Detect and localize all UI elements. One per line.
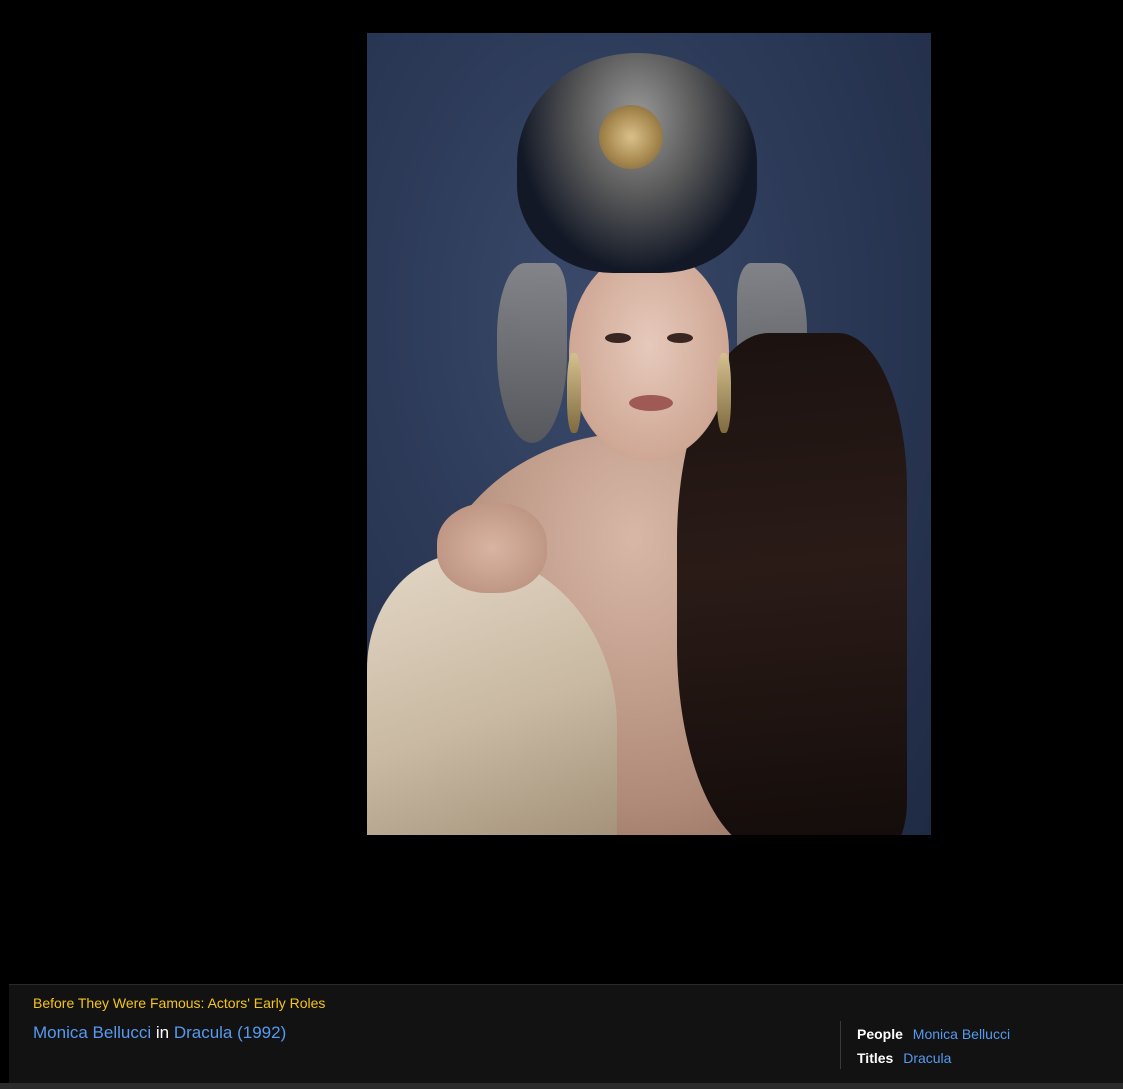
title-link[interactable]: Dracula (1992) (174, 1023, 286, 1042)
photo-figure-veil-left (497, 263, 567, 443)
description-connector: in (155, 1023, 174, 1042)
photo-figure-brooch (599, 105, 663, 169)
photo-figure-hand (437, 503, 547, 593)
caption-panel: Before They Were Famous: Actors' Early R… (9, 984, 1123, 1084)
bottom-border (0, 1083, 1123, 1089)
caption-divider (840, 1021, 841, 1069)
titles-link[interactable]: Dracula (903, 1050, 951, 1066)
people-label: People (857, 1026, 903, 1042)
titles-label: Titles (857, 1050, 894, 1066)
people-link[interactable]: Monica Bellucci (913, 1026, 1010, 1042)
people-row: People Monica Bellucci (857, 1022, 1010, 1046)
person-link[interactable]: Monica Bellucci (33, 1023, 151, 1042)
photo-figure-lips (629, 395, 673, 411)
photo-figure-earring-left (567, 353, 581, 433)
photo-figure-eye-left (605, 333, 631, 343)
titles-row: Titles Dracula (857, 1046, 1010, 1070)
photo-figure-earring-right (717, 353, 731, 433)
gallery-title-link[interactable]: Before They Were Famous: Actors' Early R… (33, 995, 325, 1011)
photo-figure-eye-right (667, 333, 693, 343)
media-viewer: Before They Were Famous: Actors' Early R… (0, 0, 1123, 1089)
photo-metadata: People Monica Bellucci Titles Dracula (857, 1022, 1010, 1070)
photo-description: Monica Bellucci in Dracula (1992) (33, 1023, 286, 1043)
main-photo[interactable] (367, 33, 931, 835)
photo-figure-face (569, 251, 729, 461)
